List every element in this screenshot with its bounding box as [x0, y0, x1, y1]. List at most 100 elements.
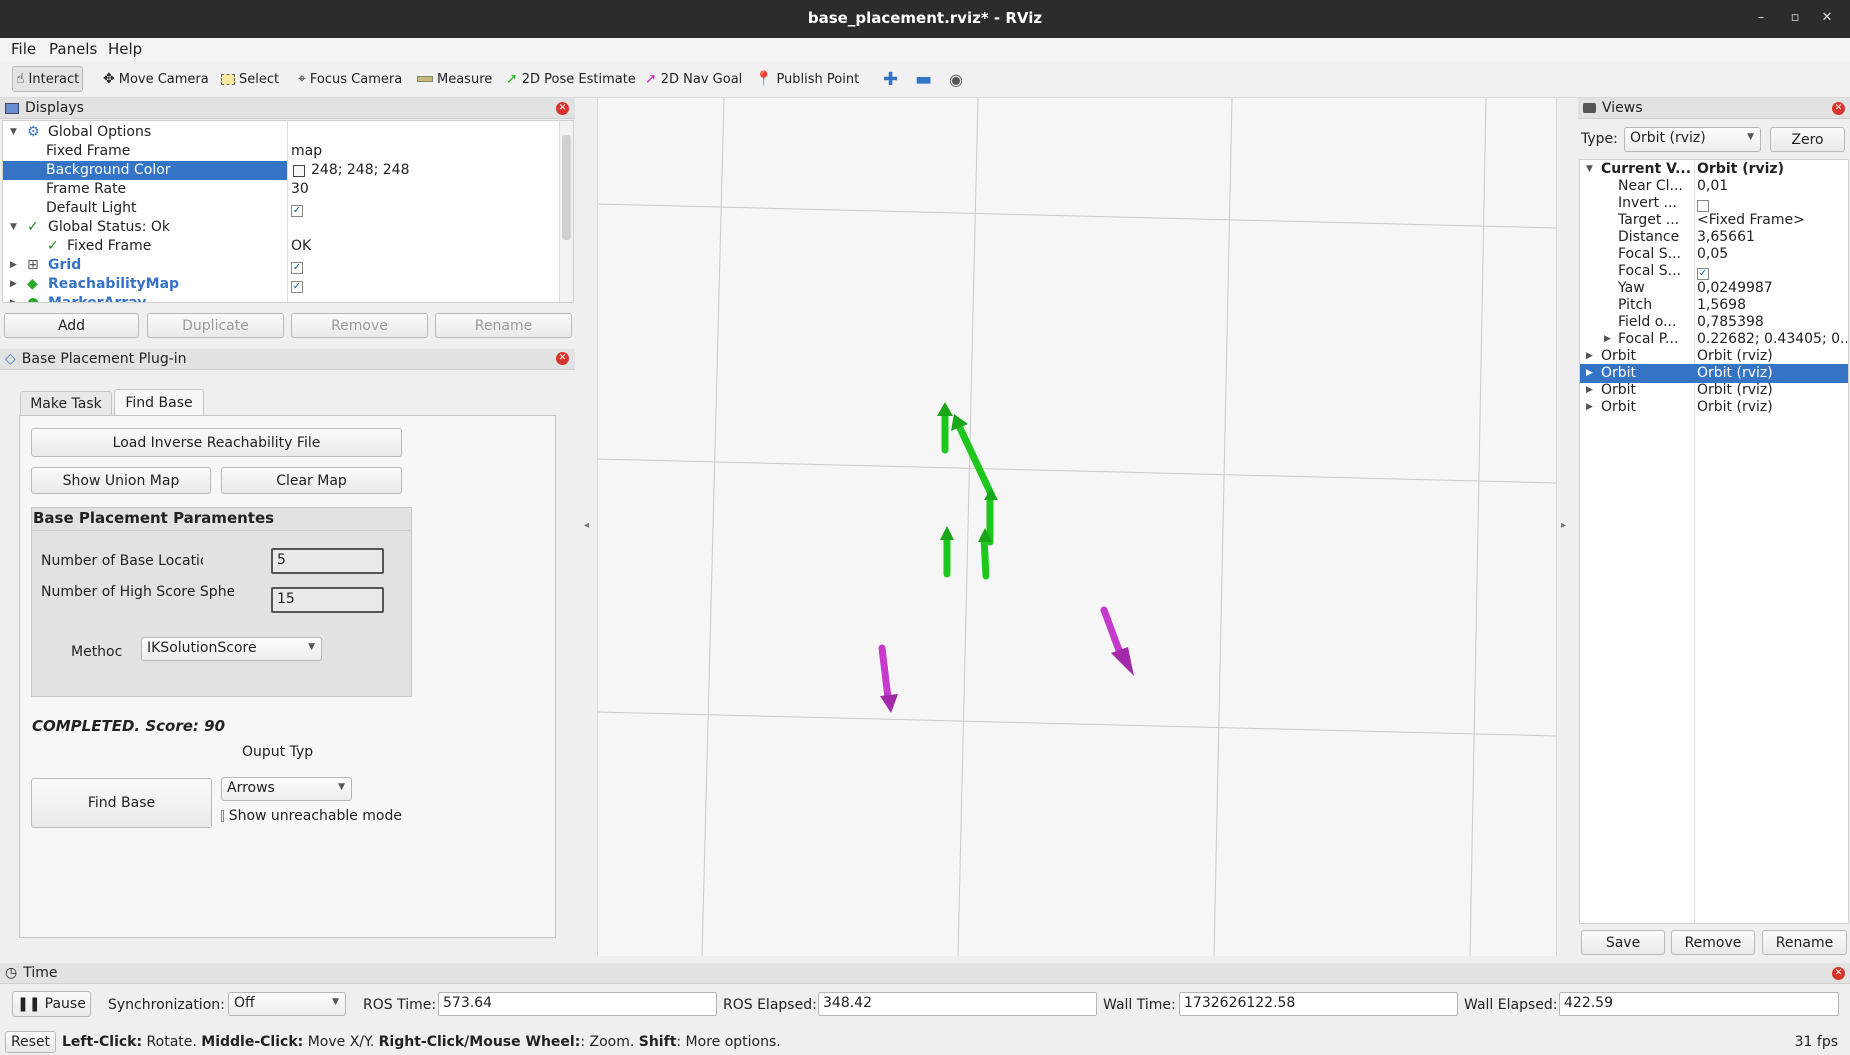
collapse-icon[interactable]: ▶ [10, 256, 17, 275]
time-close-icon[interactable]: ✕ [1832, 967, 1845, 980]
plugin-close-icon[interactable]: ✕ [556, 352, 569, 365]
minimize-button[interactable]: – [1752, 9, 1770, 27]
check-icon: ✓ [47, 238, 59, 254]
saved-view-row[interactable]: ▶ Orbit Orbit (rviz) [1580, 398, 1848, 417]
remove-view-button[interactable]: Remove [1671, 930, 1755, 955]
help-shift-desc: : More options. [676, 1034, 781, 1050]
status-fixed-frame-label: Fixed Frame [67, 238, 152, 254]
left-splitter-icon[interactable]: ◂ [584, 520, 589, 531]
interact-tool[interactable]: ☝ Interact [12, 66, 84, 92]
expand-icon[interactable]: ▼ [10, 123, 17, 142]
magenta-arrows [878, 606, 1134, 713]
frame-rate-value[interactable]: 30 [291, 180, 309, 199]
grid-line [598, 203, 1556, 229]
tree-row-grid[interactable]: ▶ ⊞ Grid ✓ [3, 256, 573, 275]
view-type-value: Orbit (rviz) [1630, 130, 1706, 146]
move-camera-tool[interactable]: ✥ Move Camera [100, 66, 212, 92]
unchecked-box[interactable] [221, 810, 224, 822]
menu-panels[interactable]: Panels [49, 40, 97, 58]
tree-row-status-fixed-frame[interactable]: ✓ Fixed Frame OK [3, 237, 573, 256]
help-text: Left-Click: Rotate. Middle-Click: Move X… [62, 1034, 781, 1050]
reachability-label: ReachabilityMap [48, 276, 180, 292]
move-icon: ✥ [103, 71, 115, 87]
tree-row-fixed-frame[interactable]: Fixed Frame map [3, 142, 573, 161]
tree-row-background-color[interactable]: Background Color 248; 248; 248 [3, 161, 573, 180]
focus-camera-tool[interactable]: ⌖ Focus Camera [295, 66, 405, 92]
publish-point-tool[interactable]: 📍 Publish Point [752, 66, 862, 92]
load-reachability-button[interactable]: Load Inverse Reachability File [31, 428, 402, 457]
render-viewport[interactable] [597, 98, 1557, 956]
clear-map-button[interactable]: Clear Map [221, 467, 402, 494]
select-tool[interactable]: Select [218, 66, 282, 92]
fixed-frame-value[interactable]: map [291, 142, 322, 161]
sync-select[interactable]: Off ▼ [228, 992, 346, 1016]
displays-scrollbar[interactable] [559, 121, 573, 302]
grid-line [1213, 98, 1233, 956]
background-color-value[interactable]: 248; 248; 248 [311, 161, 410, 180]
num-base-label: Number of Base Locatio [41, 553, 203, 569]
dropdown-icon: ▼ [332, 997, 339, 1007]
right-splitter-icon[interactable]: ▸ [1561, 520, 1566, 531]
collapse-icon[interactable]: ▶ [10, 275, 17, 294]
tree-row-marker-array[interactable]: ▶ ● MarkerArray [3, 294, 573, 303]
show-union-map-button[interactable]: Show Union Map [31, 467, 211, 494]
measure-tool[interactable]: Measure [414, 66, 495, 92]
ros-elapsed-label: ROS Elapsed: [723, 997, 817, 1013]
params-title: Base Placement Paramentes [33, 509, 275, 527]
wall-elapsed-label: Wall Elapsed: [1464, 997, 1558, 1013]
num-base-input[interactable]: 5 [271, 548, 384, 574]
maximize-button[interactable]: ▫ [1786, 9, 1804, 27]
minus-icon[interactable]: ▬ [912, 66, 935, 92]
ros-time-label: ROS Time: [363, 997, 437, 1013]
collapse-icon[interactable]: ▶ [1586, 398, 1593, 417]
tree-row-global-options[interactable]: ▼ ⚙ Global Options [3, 123, 573, 142]
rename-view-button[interactable]: Rename [1762, 930, 1847, 955]
num-high-score-input[interactable]: 15 [271, 587, 384, 613]
tree-row-default-light[interactable]: Default Light ✓ [3, 199, 573, 218]
menu-file[interactable]: File [11, 40, 36, 58]
wall-time-field[interactable]: 1732626122.58 [1179, 992, 1458, 1016]
duplicate-display-button[interactable]: Duplicate [147, 313, 284, 338]
move-camera-label: Move Camera [118, 71, 209, 87]
tree-row-frame-rate[interactable]: Frame Rate 30 [3, 180, 573, 199]
pose-estimate-tool[interactable]: ➚ 2D Pose Estimate [503, 66, 639, 92]
rename-display-button[interactable]: Rename [435, 313, 572, 338]
collapse-icon[interactable]: ▶ [10, 294, 17, 302]
nav-goal-tool[interactable]: ➚ 2D Nav Goal [642, 66, 745, 92]
marker-icon: ● [27, 295, 40, 303]
find-base-button[interactable]: Find Base [31, 778, 212, 828]
view-value: Orbit (rviz) [1697, 399, 1773, 415]
save-view-button[interactable]: Save [1581, 930, 1665, 955]
add-display-button[interactable]: Add [4, 313, 139, 338]
displays-close-icon[interactable]: ✕ [556, 102, 569, 115]
pause-button[interactable]: ❚❚ Pause [12, 991, 91, 1017]
tree-row-reachability-map[interactable]: ▶ ◆ ReachabilityMap ✓ [3, 275, 573, 294]
view-type-select[interactable]: Orbit (rviz) ▼ [1624, 127, 1761, 152]
eye-icon[interactable]: ◉ [946, 66, 966, 92]
menu-help[interactable]: Help [108, 40, 142, 58]
reset-button[interactable]: Reset [5, 1031, 56, 1053]
wall-elapsed-field[interactable]: 422.59 [1559, 992, 1839, 1016]
color-swatch[interactable] [293, 165, 305, 177]
method-select[interactable]: IKSolutionScore ▼ [141, 637, 322, 661]
scrollbar-thumb[interactable] [562, 135, 571, 240]
tab-make-task[interactable]: Make Task [20, 391, 112, 415]
displays-tree: ▼ ⚙ Global Options Fixed Frame map Backg… [2, 120, 574, 303]
remove-display-button[interactable]: Remove [291, 313, 428, 338]
output-type-select[interactable]: Arrows ▼ [221, 777, 352, 801]
zero-button[interactable]: Zero [1770, 127, 1845, 152]
scene-svg[interactable] [598, 98, 1557, 956]
tab-find-base[interactable]: Find Base [114, 389, 204, 415]
tree-row-global-status[interactable]: ▼ ✓ Global Status: Ok [3, 218, 573, 237]
ros-time-field[interactable]: 573.64 [438, 992, 717, 1016]
grid-lines [598, 98, 1556, 956]
close-window-button[interactable]: ✕ [1818, 9, 1836, 27]
ros-elapsed-field[interactable]: 348.42 [818, 992, 1097, 1016]
title-bar: base_placement.rviz* - RViz – ▫ ✕ [0, 0, 1850, 38]
pause-label: Pause [44, 996, 86, 1012]
views-close-icon[interactable]: ✕ [1832, 102, 1845, 115]
plus-icon[interactable]: ✚ [880, 66, 901, 92]
clock-icon: ◷ [5, 965, 18, 981]
expand-icon[interactable]: ▼ [10, 218, 17, 237]
show-unreachable-checkbox[interactable]: Show unreachable mode [221, 808, 402, 824]
